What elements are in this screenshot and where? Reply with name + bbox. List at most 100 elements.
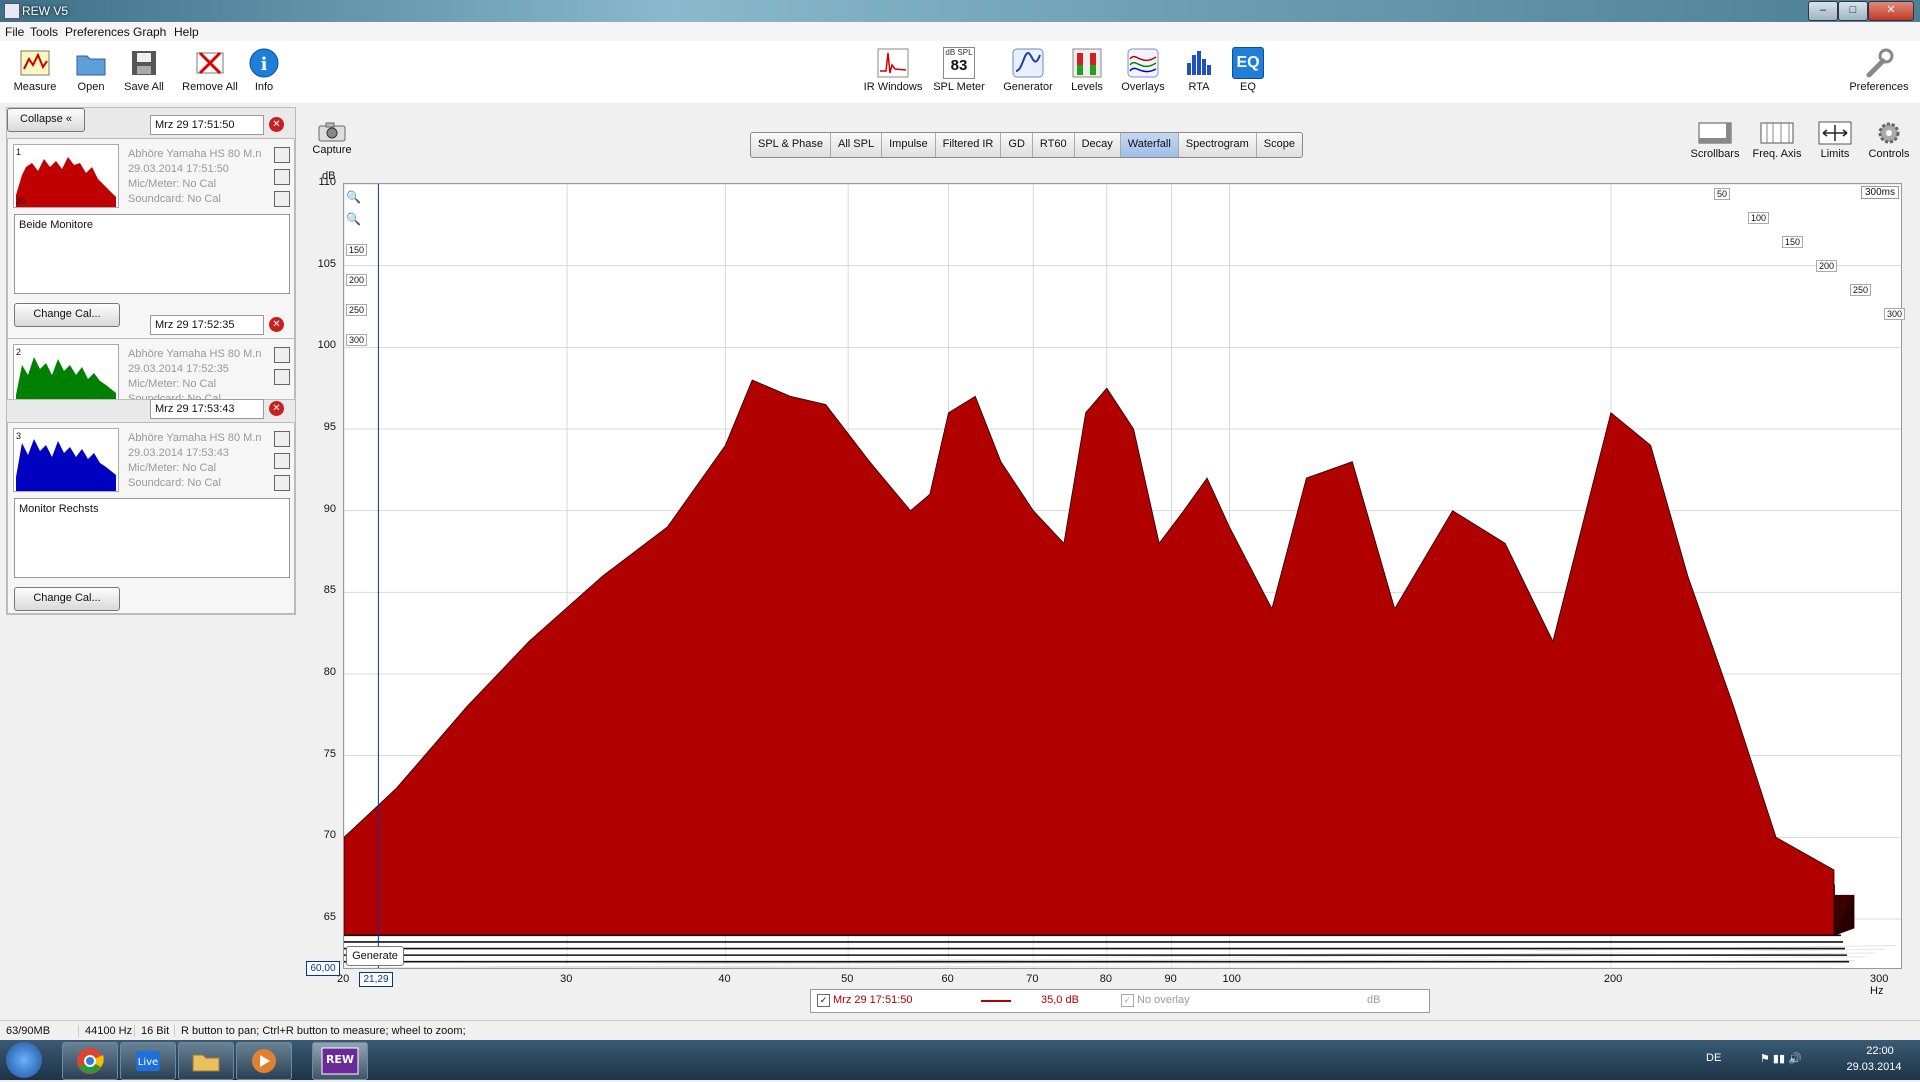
tab-filtered-ir[interactable]: Filtered IR — [936, 133, 1002, 157]
y-tick-label: 80 — [323, 666, 336, 678]
measurement-3-info: Abhöre Yamaha HS 80 M.n 29.03.2014 17:53… — [128, 431, 262, 491]
measurement-2-graph-icon[interactable] — [274, 347, 290, 363]
legend-checkbox[interactable]: ✓ — [817, 994, 830, 1007]
tab-scope[interactable]: Scope — [1257, 133, 1302, 157]
maximize-button[interactable]: □ — [1838, 1, 1868, 21]
menu-preferences[interactable]: Preferences — [65, 25, 130, 39]
menu-help[interactable]: Help — [174, 25, 199, 39]
depth-label: 200 — [1816, 260, 1838, 272]
tab-all-spl[interactable]: All SPL — [831, 133, 883, 157]
measurement-1-notes[interactable]: Beide Monitore — [14, 214, 290, 294]
levels-button[interactable]: Levels — [1057, 41, 1117, 93]
ir-windows-button[interactable]: IR Windows — [862, 41, 924, 93]
x-tick-label: 90 — [1164, 973, 1177, 985]
measurement-3-graph-icon[interactable] — [274, 431, 290, 447]
controls-button[interactable]: Controls — [1860, 118, 1918, 160]
depth-label: 50 — [1714, 188, 1731, 200]
depth-label-left: 200 — [346, 274, 368, 286]
tab-rt60[interactable]: RT60 — [1033, 133, 1075, 157]
limits-label: Limits — [1820, 148, 1850, 160]
measurement-2-mic-icon[interactable] — [274, 369, 290, 385]
clock-date[interactable]: 29.03.2014 — [1838, 1061, 1910, 1073]
measurement-1-change-cal-button[interactable]: Change Cal... — [14, 303, 120, 327]
measurement-1-title: Abhöre Yamaha HS 80 M.n — [128, 148, 262, 160]
measurement-1-graph-icon[interactable] — [274, 147, 290, 163]
measurement-3-thumbnail: 3 — [13, 428, 119, 492]
measurement-2-card[interactable]: 2 Abhöre Yamaha HS 80 M.n 29.03.2014 17:… — [7, 338, 295, 400]
eq-button[interactable]: EQ EQ — [1218, 41, 1278, 93]
taskbar-chrome[interactable] — [62, 1042, 118, 1080]
start-button[interactable] — [6, 1042, 42, 1078]
generator-button[interactable]: Generator — [998, 41, 1058, 93]
chevrons-left-icon: « — [65, 113, 72, 125]
menu-tools[interactable]: Tools — [30, 25, 58, 39]
y-tick-label: 105 — [317, 257, 336, 270]
collapse-button[interactable]: Collapse « — [7, 108, 85, 132]
preferences-button[interactable]: Preferences — [1846, 41, 1912, 93]
levels-label: Levels — [1071, 81, 1103, 93]
close-button[interactable]: ✕ — [1868, 1, 1914, 21]
open-button[interactable]: Open — [61, 41, 121, 93]
measurement-1-name-field[interactable]: Mrz 29 17:51:50 — [150, 115, 264, 135]
taskbar-explorer[interactable] — [178, 1042, 234, 1080]
taskbar-live[interactable]: Live — [120, 1042, 176, 1080]
info-button[interactable]: i Info — [234, 41, 294, 93]
measurement-3-card[interactable]: 3 Abhöre Yamaha HS 80 M.n 29.03.2014 17:… — [7, 422, 295, 614]
menu-file[interactable]: File — [5, 25, 24, 39]
measurement-1-mic-icon[interactable] — [274, 169, 290, 185]
camera-icon — [318, 122, 346, 142]
keyboard-language[interactable]: DE — [1706, 1052, 1721, 1064]
measurement-3-notes[interactable]: Monitor Rechsts — [14, 498, 290, 578]
capture-button[interactable]: Capture — [302, 120, 362, 156]
tab-decay[interactable]: Decay — [1075, 133, 1121, 157]
freq-axis-icon — [1748, 120, 1806, 146]
measurement-3-soundcard-icon[interactable] — [274, 475, 290, 491]
measurement-1-soundcard-icon[interactable] — [274, 191, 290, 207]
tab-waterfall[interactable]: Waterfall — [1120, 133, 1179, 157]
folder-icon — [75, 47, 107, 79]
measurement-3-name-field[interactable]: Mrz 29 17:53:43 — [150, 399, 264, 419]
generate-button[interactable]: Generate — [346, 946, 404, 966]
tray-icons[interactable]: ⚑ ▮▮ 🔊 — [1760, 1052, 1802, 1065]
tab-gd[interactable]: GD — [1001, 133, 1033, 157]
measurement-2-name-field[interactable]: Mrz 29 17:52:35 — [150, 315, 264, 335]
scrollbars-button[interactable]: Scrollbars — [1686, 118, 1744, 160]
menu-graph[interactable]: Graph — [133, 25, 166, 39]
x-tick-label: 70 — [1026, 973, 1039, 985]
status-bitdepth: 16 Bit — [134, 1025, 169, 1037]
taskbar-rew[interactable]: REW — [312, 1042, 368, 1080]
overlays-button[interactable]: Overlays — [1113, 41, 1173, 93]
measurement-3-delete-button[interactable]: ✕ — [269, 401, 284, 416]
measure-button[interactable]: Measure — [5, 41, 65, 93]
measurement-1-card[interactable]: 1 20 Abhöre Yamaha HS 80 M.n 29.03.2014 … — [7, 138, 295, 340]
waterfall-plot[interactable]: 🔍 🔍 Generate 300ms 50 100 150 200 250 300 150 2… — [343, 183, 1906, 969]
measurement-3-mic-icon[interactable] — [274, 453, 290, 469]
zoom-out-icon[interactable]: 🔍 — [346, 212, 364, 230]
spl-badge-unit: dB SPL — [945, 48, 973, 57]
controls-label: Controls — [1868, 148, 1910, 160]
y-tick-label: 95 — [323, 421, 336, 433]
tab-spl-phase[interactable]: SPL & Phase — [751, 133, 832, 157]
measurement-2-delete-button[interactable]: ✕ — [269, 317, 284, 332]
save-all-button[interactable]: Save All — [114, 41, 174, 93]
measurement-3-change-cal-button[interactable]: Change Cal... — [14, 587, 120, 611]
clock-time[interactable]: 22:00 — [1850, 1045, 1910, 1057]
svg-text:Live: Live — [138, 1057, 158, 1068]
y-tick-label: 75 — [323, 747, 336, 760]
zoom-in-icon[interactable]: 🔍 — [346, 190, 364, 208]
preferences-label: Preferences — [1849, 81, 1909, 93]
depth-label-left: 250 — [346, 304, 368, 316]
spl-meter-button[interactable]: dB SPL 83 SPL Meter — [929, 41, 989, 93]
overlay-checkbox[interactable]: ✓ — [1121, 994, 1134, 1007]
measurement-1-delete-button[interactable]: ✕ — [269, 117, 284, 132]
x-tick-label: 40 — [718, 973, 731, 985]
remove-all-button[interactable]: Remove All — [180, 41, 240, 93]
tab-impulse[interactable]: Impulse — [882, 133, 936, 157]
freq-axis-button[interactable]: Freq. Axis — [1748, 118, 1806, 160]
taskbar-media[interactable] — [236, 1042, 292, 1080]
limits-button[interactable]: Limits — [1806, 118, 1864, 160]
minimize-button[interactable]: – — [1808, 1, 1838, 21]
tab-spectrogram[interactable]: Spectrogram — [1179, 133, 1257, 157]
eq-badge: EQ — [1236, 54, 1260, 71]
generator-label: Generator — [1003, 81, 1053, 93]
